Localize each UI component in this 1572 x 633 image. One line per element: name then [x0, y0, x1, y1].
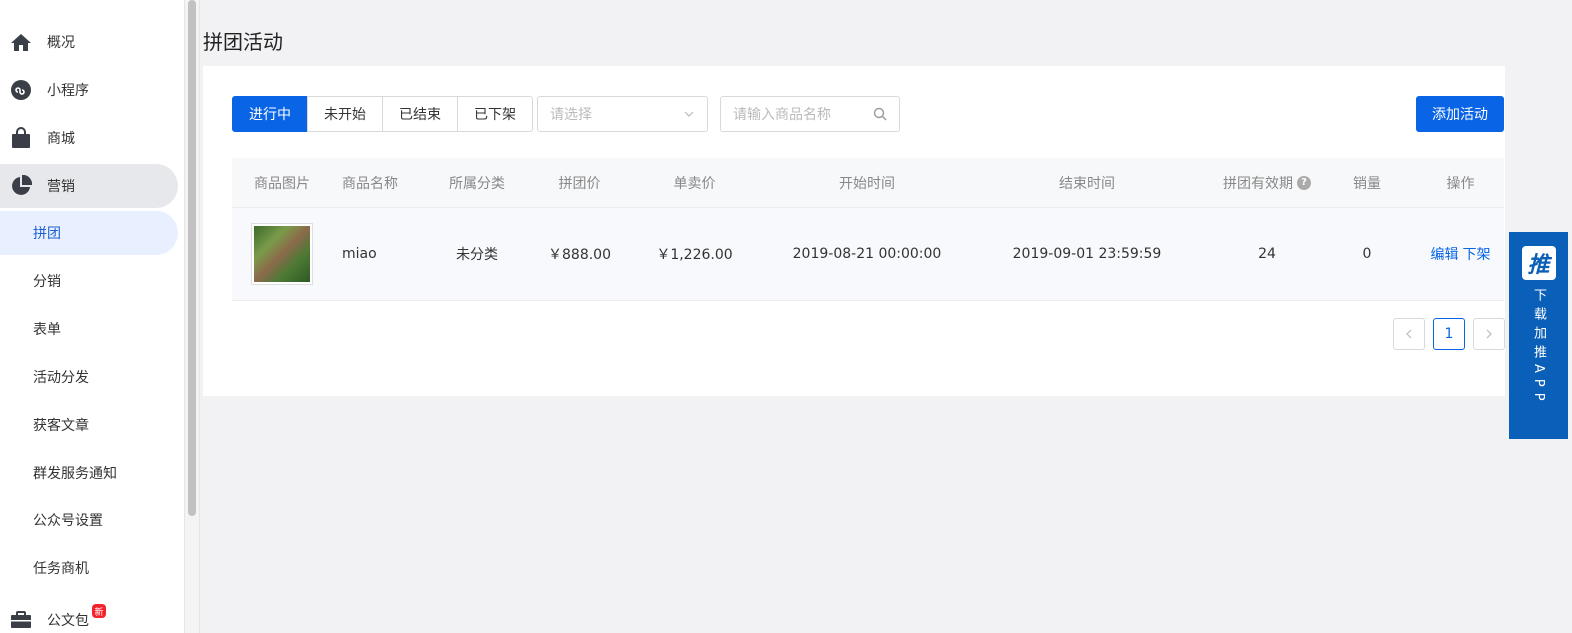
next-page-button[interactable] — [1473, 318, 1505, 350]
chevron-left-icon — [1406, 329, 1412, 339]
download-app-text: 下载加推APP — [1531, 288, 1546, 407]
header-actions: 操作 — [1446, 175, 1475, 192]
sidebar-item-label: 任务商机 — [33, 561, 89, 577]
status-tabs: 进行中 未开始 已结束 已下架 — [232, 96, 533, 132]
header-end-time: 结束时间 — [1059, 175, 1115, 192]
validity: 24 — [1258, 246, 1276, 262]
add-activity-button[interactable]: 添加活动 — [1416, 96, 1504, 132]
search-icon[interactable] — [873, 107, 887, 125]
sidebar-item-distribution[interactable]: 分销 — [0, 259, 178, 303]
tab-ended[interactable]: 已结束 — [382, 96, 458, 132]
briefcase-icon — [10, 609, 32, 631]
sidebar-item-mini-program[interactable]: 小程序 — [0, 68, 178, 112]
search-input[interactable]: 请输入商品名称 — [720, 96, 900, 132]
sidebar-item-label: 活动分发 — [33, 370, 89, 386]
activity-table: 商品图片 商品名称 所属分类 拼团价 单卖价 开始时间 结束时间 拼团有效期 ?… — [232, 158, 1504, 301]
sidebar-item-group-buy[interactable]: 拼团 — [0, 211, 178, 255]
single-price: ￥1,226.00 — [656, 247, 733, 263]
page-title: 拼团活动 — [203, 30, 283, 54]
table-row: miao 未分类 ￥888.00 ￥1,226.00 2019-08-21 00… — [232, 208, 1504, 301]
sidebar-item-activity-distribution[interactable]: 活动分发 — [0, 355, 178, 399]
sidebar-item-label: 获客文章 — [33, 418, 89, 434]
product-thumbnail[interactable] — [251, 223, 313, 285]
sidebar-item-label: 公众号设置 — [33, 513, 103, 529]
group-price: ￥888.00 — [548, 247, 611, 263]
actions-cell: 编辑 下架 — [1417, 244, 1504, 264]
chevron-down-icon — [683, 108, 695, 124]
chevron-right-icon — [1486, 329, 1492, 339]
sidebar-item-label: 群发服务通知 — [33, 466, 117, 482]
sidebar-item-articles[interactable]: 获客文章 — [0, 403, 178, 447]
page-number-button[interactable]: 1 — [1433, 318, 1465, 350]
category-select[interactable]: 请选择 — [537, 96, 708, 132]
product-category: 未分类 — [456, 247, 498, 263]
pie-chart-icon — [10, 175, 32, 197]
product-image — [254, 226, 310, 282]
sidebar-item-mall[interactable]: 商城 — [0, 116, 178, 160]
home-icon — [10, 31, 32, 53]
sidebar-item-overview[interactable]: 概况 — [0, 20, 178, 64]
download-app-float[interactable]: 推 下载加推APP — [1509, 232, 1568, 439]
sidebar-item-forms[interactable]: 表单 — [0, 307, 178, 351]
take-down-link[interactable]: 下架 — [1463, 244, 1491, 264]
sidebar-item-marketing[interactable]: 营销 — [0, 164, 178, 208]
header-validity: 拼团有效期 ? — [1217, 173, 1317, 193]
header-single-price: 单卖价 — [673, 175, 716, 192]
sidebar-item-task-leads[interactable]: 任务商机 — [0, 546, 178, 590]
header-image: 商品图片 — [254, 175, 310, 192]
tab-removed[interactable]: 已下架 — [457, 96, 533, 132]
header-sales: 销量 — [1353, 175, 1381, 192]
sidebar-item-label: 公文包 — [47, 613, 89, 629]
shopping-bag-icon — [10, 127, 32, 149]
edit-link[interactable]: 编辑 — [1431, 244, 1459, 264]
sidebar-item-label: 概况 — [47, 35, 75, 51]
sidebar-item-label: 小程序 — [47, 83, 89, 99]
header-name: 商品名称 — [342, 175, 398, 192]
sidebar-item-label: 商城 — [47, 131, 75, 147]
search-placeholder: 请输入商品名称 — [733, 107, 831, 123]
content-card: 进行中 未开始 已结束 已下架 请选择 请输入商品名称 添加活动 商品图片 商品… — [203, 66, 1505, 396]
sidebar-item-briefcase[interactable]: 公文包 新 — [0, 598, 178, 633]
sidebar-item-label: 表单 — [33, 322, 61, 338]
mini-program-icon — [10, 79, 32, 101]
app-logo: 推 — [1521, 246, 1556, 280]
header-category: 所属分类 — [449, 175, 505, 192]
tab-in-progress[interactable]: 进行中 — [232, 96, 308, 132]
tab-not-started[interactable]: 未开始 — [307, 96, 383, 132]
sidebar-item-mass-notice[interactable]: 群发服务通知 — [0, 451, 178, 495]
new-badge: 新 — [92, 604, 106, 618]
product-name: miao — [342, 246, 377, 262]
header-validity-label: 拼团有效期 — [1223, 175, 1293, 192]
sidebar-item-label: 营销 — [47, 179, 75, 195]
header-start-time: 开始时间 — [839, 175, 895, 192]
select-placeholder: 请选择 — [550, 107, 592, 123]
header-group-price: 拼团价 — [558, 175, 601, 192]
sidebar-item-official-account[interactable]: 公众号设置 — [0, 498, 178, 542]
prev-page-button[interactable] — [1393, 318, 1425, 350]
sidebar-scrollbar[interactable] — [185, 0, 200, 633]
sales: 0 — [1362, 246, 1372, 262]
pagination: 1 — [1393, 318, 1505, 350]
scrollbar-thumb[interactable] — [188, 0, 196, 516]
start-time: 2019-08-21 00:00:00 — [792, 246, 942, 262]
table-header: 商品图片 商品名称 所属分类 拼团价 单卖价 开始时间 结束时间 拼团有效期 ?… — [232, 158, 1504, 208]
end-time: 2019-09-01 23:59:59 — [1012, 246, 1162, 262]
help-icon[interactable]: ? — [1297, 175, 1311, 190]
product-image-cell — [232, 223, 332, 285]
sidebar-item-label: 分销 — [33, 274, 61, 290]
sidebar: 概况 小程序 商城 营销 拼团 分销 表单 活动分发 获客文章 群发服务通知 公… — [0, 0, 185, 633]
sidebar-item-label: 拼团 — [33, 226, 61, 242]
